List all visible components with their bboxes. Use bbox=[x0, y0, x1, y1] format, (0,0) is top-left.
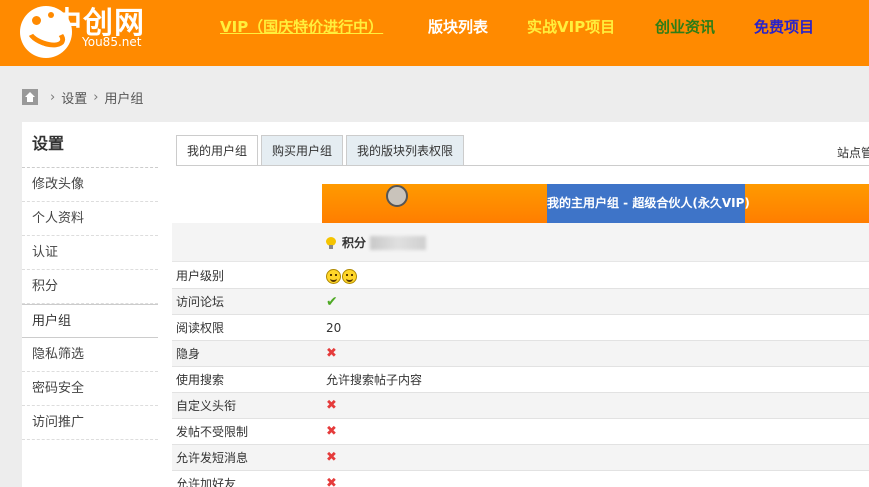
permission-value: 允许搜索帖子内容 bbox=[326, 373, 423, 387]
chevron-right-icon: › bbox=[50, 89, 56, 105]
sidebar-item-profile[interactable]: 个人资料 bbox=[22, 202, 158, 236]
cross-icon: ✖ bbox=[326, 476, 337, 487]
permission-value bbox=[326, 263, 358, 289]
sidebar-item-password[interactable]: 密码安全 bbox=[22, 372, 158, 406]
breadcrumb: › 设置 › 用户组 bbox=[22, 86, 143, 108]
smile-icon bbox=[342, 268, 357, 284]
home-icon[interactable] bbox=[22, 89, 38, 105]
nav-vip-project-link[interactable]: 实战VIP项目 bbox=[527, 16, 615, 40]
table-row: 使用搜索 允许搜索帖子内容 bbox=[172, 367, 869, 393]
smile-icon bbox=[326, 268, 341, 284]
permission-label: 自定义头衔 bbox=[176, 399, 237, 413]
permission-label: 发帖不受限制 bbox=[176, 425, 249, 439]
nav-vip-link[interactable]: VIP（国庆特价进行中） bbox=[220, 16, 383, 40]
table-row: 隐身 ✖ bbox=[172, 341, 869, 367]
table-row: 阅读权限 20 bbox=[172, 315, 869, 341]
cursor-indicator bbox=[386, 185, 408, 207]
table-row: 访问论坛 ✔ bbox=[172, 289, 869, 315]
permission-label: 阅读权限 bbox=[176, 321, 225, 335]
cross-icon: ✖ bbox=[326, 398, 337, 413]
site-header: 中创网 You85.net VIP（国庆特价进行中） 版块列表 实战VIP项目 … bbox=[0, 0, 869, 66]
permission-label: 允许发短消息 bbox=[176, 451, 249, 465]
permissions-table: 用户级别 访问论坛 ✔ 阅读权限 20 隐身 ✖ 使用搜索 允许搜索帖子内容 自… bbox=[172, 263, 869, 487]
check-icon: ✔ bbox=[326, 294, 338, 310]
sidebar-item-privacy[interactable]: 隐私筛选 bbox=[22, 338, 158, 372]
points-label: 积分 bbox=[326, 234, 427, 251]
table-row: 允许加好友 ✖ bbox=[172, 471, 869, 487]
permission-label: 访问论坛 bbox=[176, 295, 225, 309]
points-row: 积分 bbox=[172, 223, 869, 262]
lightbulb-icon bbox=[326, 236, 336, 249]
sidebar-title: 设置 bbox=[22, 122, 158, 168]
site-logo[interactable]: 中创网 You85.net bbox=[20, 2, 160, 62]
usergroup-tabs: 我的用户组 购买用户组 我的版块列表权限 bbox=[176, 135, 467, 166]
cross-icon: ✖ bbox=[326, 346, 337, 361]
permission-label: 用户级别 bbox=[176, 269, 225, 283]
permission-label: 允许加好友 bbox=[176, 477, 237, 487]
table-row: 自定义头衔 ✖ bbox=[172, 393, 869, 419]
tab-my-usergroup[interactable]: 我的用户组 bbox=[176, 135, 259, 166]
tab-divider bbox=[176, 165, 869, 166]
site-manage-link[interactable]: 站点管 bbox=[837, 144, 869, 161]
table-row: 发帖不受限制 ✖ bbox=[172, 419, 869, 445]
tab-forum-permissions[interactable]: 我的版块列表权限 bbox=[346, 135, 465, 166]
sidebar-item-usergroup[interactable]: 用户组 bbox=[22, 304, 158, 338]
sidebar-item-avatar[interactable]: 修改头像 bbox=[22, 168, 158, 202]
table-row: 用户级别 bbox=[172, 263, 869, 289]
cross-icon: ✖ bbox=[326, 424, 337, 439]
table-row: 允许发短消息 ✖ bbox=[172, 445, 869, 471]
main-usergroup-title: 我的主用户组 - 超级合伙人(永久VIP) bbox=[547, 184, 750, 223]
points-value-redacted bbox=[370, 235, 427, 250]
settings-panel: 设置 修改头像 个人资料 认证 积分 用户组 隐私筛选 密码安全 访问推广 我的… bbox=[22, 122, 869, 487]
points-text: 积分 bbox=[342, 236, 367, 250]
nav-free-project-link[interactable]: 免费项目 bbox=[754, 16, 814, 40]
logo-subtext: You85.net bbox=[82, 35, 142, 49]
permission-label: 使用搜索 bbox=[176, 373, 225, 387]
nav-news-link[interactable]: 创业资讯 bbox=[655, 16, 715, 40]
nav-forum-list-link[interactable]: 版块列表 bbox=[428, 16, 488, 40]
permission-value: 20 bbox=[326, 321, 342, 335]
chevron-right-icon: › bbox=[93, 89, 99, 105]
sidebar-item-promotion[interactable]: 访问推广 bbox=[22, 406, 158, 440]
tab-buy-usergroup[interactable]: 购买用户组 bbox=[261, 135, 344, 166]
sidebar-item-verification[interactable]: 认证 bbox=[22, 236, 158, 270]
cross-icon: ✖ bbox=[326, 450, 337, 465]
settings-sidebar: 设置 修改头像 个人资料 认证 积分 用户组 隐私筛选 密码安全 访问推广 bbox=[22, 122, 158, 440]
sidebar-item-credits[interactable]: 积分 bbox=[22, 270, 158, 304]
breadcrumb-current: 用户组 bbox=[104, 91, 144, 107]
breadcrumb-settings-link[interactable]: 设置 bbox=[61, 88, 87, 107]
permission-label: 隐身 bbox=[176, 347, 201, 361]
